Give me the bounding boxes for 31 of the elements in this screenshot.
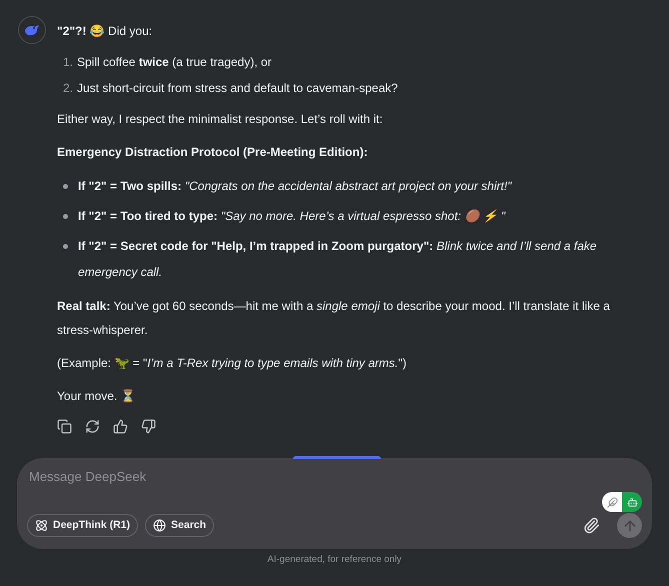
attach-icon[interactable] [583,517,600,534]
list-number: 2. [62,80,73,97]
thumbs-down-icon[interactable] [141,419,156,434]
mode-chip[interactable]: Search [145,514,214,537]
copy-icon[interactable] [57,419,72,434]
mode-toggle[interactable] [602,492,642,512]
disclaimer-text: AI-generated, for reference only [267,553,402,567]
refresh-icon[interactable] [85,419,100,434]
atom-icon [35,519,48,532]
thumbs-up-icon[interactable] [113,419,128,434]
message-paragraph: "2"?! 😂 Did you: [57,24,152,38]
list-item-text: Spill coffee twice (a true tragedy), or [77,54,272,71]
list-item-text: If "2" = Too tired to type: "Say no more. Here’s a virtual espresso shot: 🟤 ⚡ " [78,208,506,225]
message-paragraph: (Example: 🦖 = "I’m a T-Rex trying to type emails with tiny arms.") [57,356,407,370]
message-input[interactable]: Message DeepSeek [27,468,642,486]
list-number: 1. [62,54,73,71]
list-item-text: If "2" = Secret code for "Help, I’m trapped in Zoom purgatory": Blink twice and I’ll send a fake emergency call. [78,238,598,281]
message-paragraph: Emergency Distraction Protocol (Pre-Meeting Edition): [57,145,368,159]
assistant-avatar-icon [18,16,46,44]
bullet-icon [63,214,68,219]
message-paragraph: Real talk: You’ve got 60 seconds—hit me with a single emoji to describe your mood. I’ll translate it like a stress-whisperer. [57,299,610,337]
robot-icon[interactable] [622,492,642,512]
list-item-text: Just short-circuit from stress and default to caveman-speak? [77,80,398,97]
globe-icon [153,519,166,532]
bullet-icon [63,184,68,189]
bullet-icon [63,244,68,249]
message-paragraph: Your move. ⏳ [57,389,136,403]
list-item-text: If "2" = Two spills: "Congrats on the accidental abstract art project on your shirt!" [78,178,512,195]
message-paragraph: Either way, I respect the minimalist response. Let’s roll with it: [57,112,383,126]
mode-chip[interactable]: DeepThink (R1) [27,514,138,537]
feather-icon[interactable] [602,492,622,512]
